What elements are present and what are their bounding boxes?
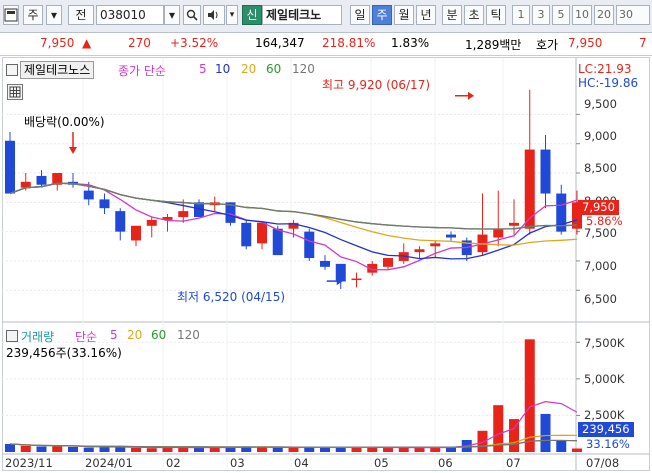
ma-label-prefix: 종가 단순 <box>118 64 166 78</box>
candle-body <box>83 190 94 200</box>
vol-ma60-label[interactable]: 60 <box>151 328 166 342</box>
volume-bar <box>83 447 94 452</box>
volume-ma120-line <box>9 439 578 448</box>
volume-bar <box>162 447 173 452</box>
ma20-label[interactable]: 20 <box>241 62 256 76</box>
dividend-label: 배당락(0.00%) <box>24 115 105 129</box>
volume-bar <box>540 413 551 452</box>
current-pct-tag: 5.86% <box>586 214 623 228</box>
panel-collapse-icon[interactable] <box>6 64 18 76</box>
volume-bar <box>477 430 488 452</box>
volume-bar <box>146 448 157 452</box>
candle-body <box>524 149 535 229</box>
ma120-label[interactable]: 120 <box>292 62 315 76</box>
vol-tick-7500: 7,500K <box>584 336 625 350</box>
volume-bar <box>5 443 15 452</box>
volume-bar <box>398 447 409 452</box>
candle-body <box>146 219 157 226</box>
volume-bar <box>52 446 63 452</box>
candle-body <box>99 199 110 209</box>
price-panel-title[interactable]: 제일테크노스 <box>20 61 95 79</box>
volume-bar <box>225 447 236 452</box>
volume-pct-tag: 33.16% <box>586 437 630 451</box>
volume-bar <box>68 446 78 452</box>
table-icon[interactable] <box>7 84 23 100</box>
ma5-label[interactable]: 5 <box>199 62 207 76</box>
current-price-tag: 7,950 <box>578 200 619 215</box>
volume-bar <box>99 447 110 452</box>
volume-bar <box>367 447 378 452</box>
candle-body <box>383 258 393 267</box>
y-tick-7500: 7,500 <box>584 226 617 240</box>
candle-body <box>36 175 47 185</box>
volume-bar <box>36 446 47 452</box>
candle-body <box>320 260 330 267</box>
volume-collapse-icon[interactable] <box>6 330 18 342</box>
volume-bar <box>288 447 299 452</box>
y-tick-9500: 9,500 <box>584 97 617 111</box>
y-tick-8500: 8,500 <box>584 161 617 175</box>
volume-bar <box>20 445 31 452</box>
candle-body <box>241 222 252 247</box>
vol-tick-2500: 2,500K <box>584 408 625 422</box>
candle-body <box>540 149 551 194</box>
candle-body <box>20 181 31 188</box>
volume-bar <box>131 447 141 452</box>
high-arrow-head <box>468 91 474 100</box>
volume-bar <box>556 440 567 452</box>
candle-body <box>5 140 15 194</box>
candle-body <box>257 222 267 244</box>
vol-ma20-label[interactable]: 20 <box>127 328 142 342</box>
y-tick-7000: 7,000 <box>584 259 617 273</box>
volume-bar <box>572 448 582 452</box>
y-tick-9000: 9,000 <box>584 129 617 143</box>
volume-bar <box>304 447 315 452</box>
low-label: 최저 6,520 (04/15) <box>177 290 286 304</box>
x-tick-07: 07 <box>506 456 521 470</box>
x-tick-04: 04 <box>294 456 309 470</box>
candle-body <box>272 228 283 256</box>
vol-tick-5000: 5,000K <box>584 372 625 386</box>
ma10-label[interactable]: 10 <box>215 62 230 76</box>
x-tick-05: 05 <box>374 456 389 470</box>
volume-bar <box>446 447 456 452</box>
volume-current-tag: 239,456 <box>578 422 634 437</box>
x-tick-07-08: 07/08 <box>586 456 620 470</box>
candle-body <box>414 249 425 253</box>
price-volume-chart[interactable] <box>0 0 652 473</box>
volume-panel-title: 거래량 <box>21 330 55 344</box>
candle-body <box>304 231 315 259</box>
volume-bar <box>351 447 362 452</box>
x-tick-2023-11: 2023/11 <box>5 456 53 470</box>
vol-ma120-label[interactable]: 120 <box>177 328 200 342</box>
volume-ma-prefix: 단순 <box>75 330 98 344</box>
high-label: 최고 9,920 (06/17) <box>322 78 431 92</box>
y-tick-6500: 6,500 <box>584 292 617 306</box>
candle-body <box>351 278 362 281</box>
candle-body <box>115 211 126 232</box>
volume-bar <box>383 448 393 452</box>
x-tick-02: 02 <box>166 456 181 470</box>
x-tick-03: 03 <box>230 456 245 470</box>
volume-bar <box>257 447 267 452</box>
ma60-label[interactable]: 60 <box>266 62 281 76</box>
candle-body <box>131 225 141 241</box>
volume-bar <box>524 339 535 452</box>
candle-body <box>493 228 504 238</box>
dividend-arrow-head <box>69 147 77 154</box>
x-tick-2024-01: 2024/01 <box>85 456 133 470</box>
vol-ma5-label[interactable]: 5 <box>110 328 118 342</box>
volume-bar <box>209 447 220 452</box>
hc-label: HC:-19.86 <box>578 76 639 90</box>
candle-body <box>430 243 441 247</box>
candle-body <box>446 234 456 238</box>
lc-label: LC:21.93 <box>578 62 632 76</box>
x-tick-06: 06 <box>438 456 453 470</box>
candle-body <box>178 211 189 217</box>
candle-body <box>509 222 519 226</box>
volume-bar <box>272 447 283 452</box>
volume-ma5-line <box>9 401 578 449</box>
volume-current-label: 239,456주(33.16%) <box>6 346 122 360</box>
